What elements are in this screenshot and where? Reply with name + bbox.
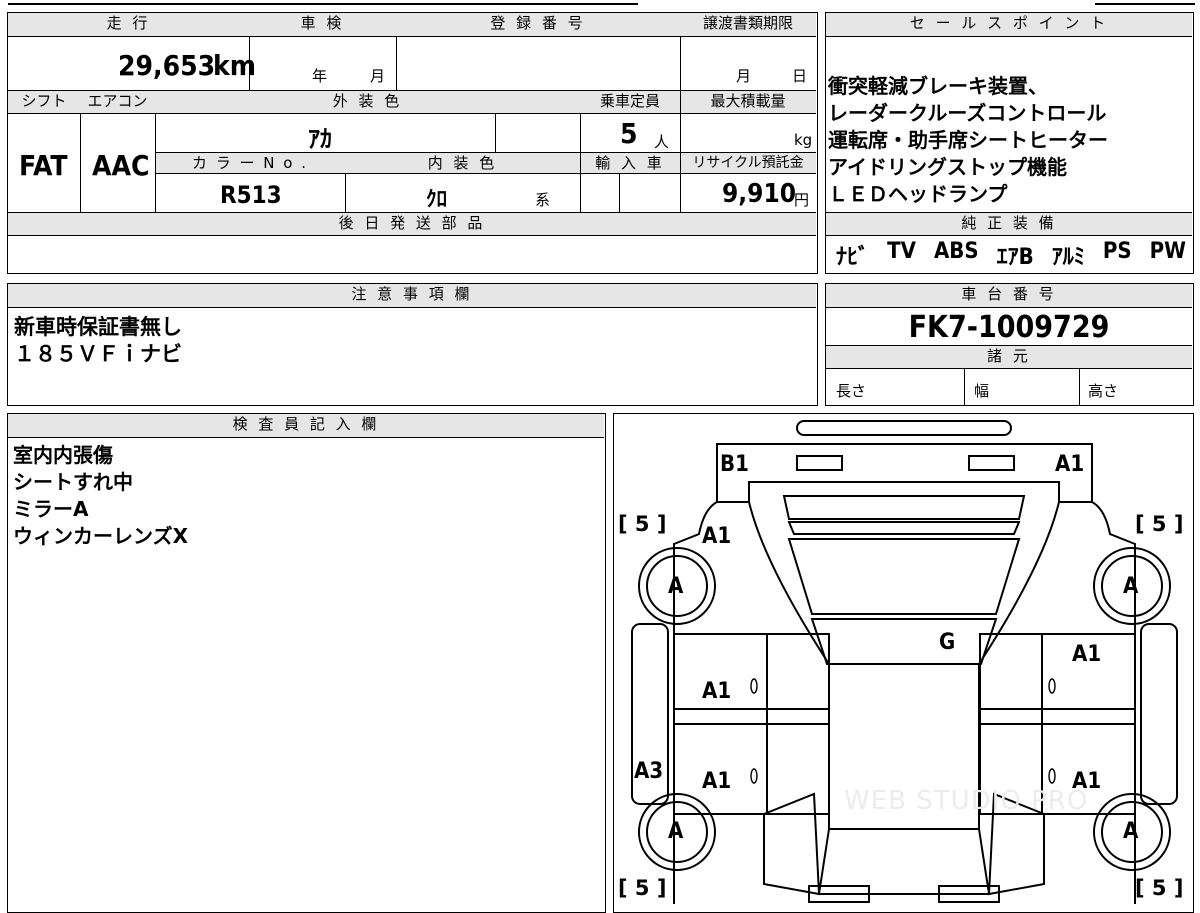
notes-box: 注 意 事 項 欄 新車時保証書無し １８５ＶＦｉナビ bbox=[7, 283, 818, 406]
rear-panel bbox=[716, 443, 1093, 503]
tread-depth: [ 5 ] bbox=[618, 876, 667, 900]
notes-label: 注 意 事 項 欄 bbox=[8, 284, 816, 308]
inspector-line: 室内内張傷 bbox=[13, 443, 113, 467]
equipment-list: ﾅﾋﾞ TV ABS ｴｱB ｱﾙﾐ PS PW bbox=[836, 239, 1186, 271]
inspector-box: 検 査 員 記 入 欄 室内内張傷 シートすれ中 ミラーA ウィンカーレンズX bbox=[7, 413, 606, 913]
transfer-month: 月 bbox=[736, 67, 752, 85]
inspection-year: 年 bbox=[312, 67, 328, 85]
roof bbox=[810, 618, 998, 665]
inspector-label: 検 査 員 記 入 欄 bbox=[8, 414, 604, 438]
recycle-unit: 円 bbox=[794, 191, 810, 209]
equipment-item: ﾅﾋﾞ bbox=[836, 245, 870, 270]
import-label: 輸 入 車 bbox=[580, 152, 680, 174]
tire-grade: A bbox=[668, 574, 684, 599]
color-no-value: R513 bbox=[220, 181, 282, 209]
sales-point-label: セ ー ル ス ポ イ ン ト bbox=[826, 13, 1192, 37]
sales-point-item: アイドリングストップ機能 bbox=[828, 155, 1067, 179]
capacity-label: 乗車定員 bbox=[580, 90, 680, 114]
ext-color-label: 外 装 色 bbox=[155, 90, 580, 114]
chassis-label: 車 台 番 号 bbox=[826, 284, 1192, 308]
max-load-unit: kg bbox=[794, 131, 813, 149]
capacity-unit: 人 bbox=[654, 133, 670, 151]
rear-light-right bbox=[968, 455, 1015, 471]
recycle-label: リサイクル預託金 bbox=[680, 152, 816, 174]
bumper-top bbox=[796, 420, 1012, 436]
color-no-label: カ ラ ー N o . bbox=[155, 152, 345, 174]
transfer-day: 日 bbox=[792, 67, 808, 85]
sales-point-item: 運転席・助手席シートヒーター bbox=[828, 128, 1108, 152]
inspection-label: 車 検 bbox=[249, 13, 396, 37]
equipment-item: PW bbox=[1149, 239, 1186, 264]
damage-mark: A1 bbox=[1072, 642, 1102, 667]
damage-mark: G bbox=[939, 630, 956, 655]
mileage-value: 29,653 bbox=[118, 49, 216, 82]
inspection-month: 月 bbox=[370, 67, 386, 85]
door-rear-right bbox=[979, 633, 1136, 725]
equipment-item: TV bbox=[887, 239, 916, 264]
vehicle-info-table: 走 行 車 検 登 録 番 号 譲渡書類期限 29,653 km 年 月 月 日… bbox=[7, 12, 818, 274]
tread-depth: [ 5 ] bbox=[618, 512, 667, 536]
damage-mark: A1 bbox=[702, 679, 732, 704]
length-label: 長さ bbox=[836, 382, 867, 400]
inspector-line: ミラーA bbox=[13, 497, 89, 521]
tire-grade: A bbox=[668, 819, 684, 844]
sales-point-item: ＬＥＤヘッドランプ bbox=[828, 182, 1008, 206]
watermark: WEB STUDIO PRO bbox=[844, 786, 1089, 816]
max-load-label: 最大積載量 bbox=[680, 90, 816, 114]
recycle-value: 9,910 bbox=[722, 179, 796, 209]
door-rear-left bbox=[673, 633, 830, 725]
car-diagram-box: B1 A1 A1 G A1 A1 A1 A1 A3 A1 A A A A [ 5… bbox=[613, 413, 1194, 913]
damage-mark: B1 bbox=[720, 452, 749, 477]
shift-label: シフト bbox=[8, 90, 80, 114]
ac-label: エアコン bbox=[80, 90, 155, 114]
tire-grade: A bbox=[1123, 574, 1139, 599]
ext-color-value: ｱｶ bbox=[308, 125, 332, 153]
height-label: 高さ bbox=[1088, 382, 1119, 400]
shift-value: FAT bbox=[19, 149, 68, 182]
note-line: 新車時保証書無し bbox=[14, 315, 182, 339]
windshield bbox=[817, 828, 991, 895]
notes-list: 新車時保証書無し １８５ＶＦｉナビ bbox=[14, 314, 182, 368]
sales-point-item: 衝突軽減ブレーキ装置、 bbox=[828, 74, 1048, 98]
transfer-deadline-label: 譲渡書類期限 bbox=[680, 13, 816, 37]
sales-point-list: 衝突軽減ブレーキ装置、 レーダークルーズコントロール 運転席・助手席シートヒータ… bbox=[828, 73, 1108, 208]
tire-grade: A bbox=[1123, 819, 1139, 844]
chassis-box: 車 台 番 号 FK7-1009729 諸 元 長さ 幅 高さ bbox=[825, 283, 1194, 406]
damage-mark: A3 bbox=[634, 759, 664, 784]
later-parts-label: 後 日 発 送 部 品 bbox=[8, 212, 816, 236]
int-color-suffix: 系 bbox=[535, 191, 551, 209]
int-color-value: ｸﾛ bbox=[426, 187, 447, 211]
capacity-value: 5 bbox=[620, 117, 638, 150]
tread-depth: [ 5 ] bbox=[1135, 512, 1184, 536]
chassis-number: FK7-1009729 bbox=[908, 310, 1110, 345]
spec-label: 諸 元 bbox=[826, 345, 1192, 369]
note-line: １８５ＶＦｉナビ bbox=[14, 342, 182, 366]
inspector-line: ウィンカーレンズX bbox=[13, 524, 189, 548]
equipment-item: ｴｱB bbox=[996, 245, 1034, 270]
side-skirt-right bbox=[1140, 623, 1178, 805]
sales-point-item: レーダークルーズコントロール bbox=[828, 101, 1107, 125]
int-color-label: 内 装 色 bbox=[345, 152, 580, 174]
sales-point-box: セ ー ル ス ポ イ ン ト 衝突軽減ブレーキ装置、 レーダークルーズコントロ… bbox=[825, 12, 1194, 274]
equipment-label: 純 正 装 備 bbox=[826, 212, 1192, 236]
equipment-item: ｱﾙﾐ bbox=[1051, 245, 1085, 270]
equipment-item: PS bbox=[1102, 239, 1132, 264]
equipment-item: ABS bbox=[933, 239, 979, 264]
damage-mark: A1 bbox=[1055, 452, 1085, 477]
top-strip bbox=[8, 3, 638, 5]
tread-depth: [ 5 ] bbox=[1135, 876, 1184, 900]
rear-glass bbox=[787, 538, 1021, 615]
width-label: 幅 bbox=[974, 382, 990, 400]
registration-label: 登 録 番 号 bbox=[396, 13, 680, 37]
inspector-list: 室内内張傷 シートすれ中 ミラーA ウィンカーレンズX bbox=[13, 442, 188, 550]
top-strip-right bbox=[1095, 3, 1195, 5]
trunk bbox=[782, 495, 1026, 520]
inspector-line: シートすれ中 bbox=[13, 470, 133, 494]
damage-mark: A1 bbox=[702, 524, 732, 549]
rear-light-left bbox=[796, 455, 843, 471]
damage-mark: A1 bbox=[702, 769, 732, 794]
mileage-label: 走 行 bbox=[8, 13, 249, 37]
car-diagram bbox=[631, 420, 1178, 904]
ac-value: AAC bbox=[92, 149, 150, 182]
